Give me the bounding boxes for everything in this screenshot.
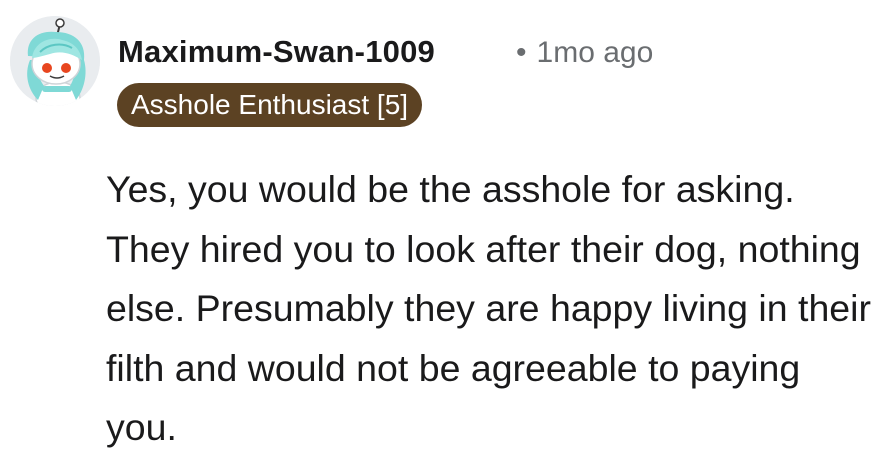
reddit-snoo-avatar-icon xyxy=(10,16,100,106)
comment-timestamp[interactable]: 1mo ago xyxy=(537,36,654,69)
comment-meta: • 1mo ago xyxy=(516,36,653,70)
comment-body: Yes, you would be the asshole for asking… xyxy=(106,168,871,448)
user-flair-badge: Asshole Enthusiast [5] xyxy=(117,83,423,127)
comment: Maximum-Swan-1009 • 1mo ago Asshole Enthu… xyxy=(0,0,891,464)
comment-author-link[interactable]: Maximum-Swan-1009 xyxy=(118,34,435,70)
user-avatar[interactable] xyxy=(10,16,100,106)
meta-separator: • xyxy=(516,36,527,69)
